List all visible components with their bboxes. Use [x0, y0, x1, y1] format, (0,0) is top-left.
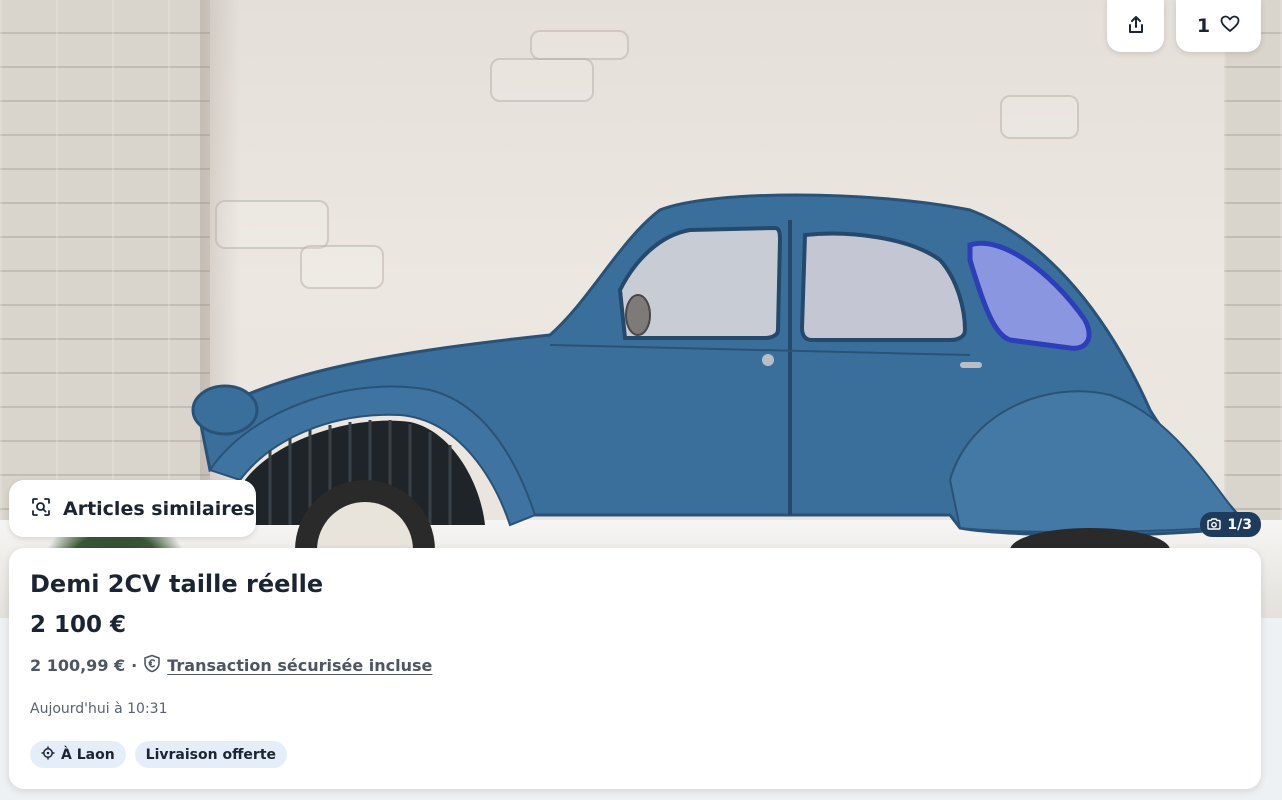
- share-icon: [1127, 15, 1145, 38]
- secure-transaction-link[interactable]: Transaction sécurisée incluse: [167, 656, 432, 675]
- listing-title: Demi 2CV taille réelle: [30, 570, 324, 598]
- listing-price: 2 100 €: [30, 612, 127, 638]
- similar-articles-label: Articles similaires: [63, 497, 255, 520]
- total-price-row: 2 100,99 € · Transaction sécurisée inclu…: [30, 654, 432, 677]
- listing-actions: 1: [1107, 0, 1261, 52]
- visual-search-icon: [31, 497, 51, 521]
- similar-articles-button[interactable]: Articles similaires: [9, 480, 256, 537]
- share-button[interactable]: [1107, 0, 1164, 52]
- tag-location-label: À Laon: [61, 746, 115, 763]
- favorite-button[interactable]: 1: [1176, 0, 1261, 52]
- favorite-count: 1: [1196, 15, 1211, 37]
- price-separator: ·: [131, 656, 138, 675]
- listing-tags: À Laon Livraison offerte: [30, 741, 288, 768]
- tag-location[interactable]: À Laon: [30, 741, 126, 768]
- euro-shield-icon: [143, 654, 161, 677]
- listing-info-card: Demi 2CV taille réelle 2 100 € 2 100,99 …: [9, 548, 1261, 789]
- heart-icon: [1220, 15, 1240, 37]
- tag-free-delivery-label: Livraison offerte: [145, 746, 277, 763]
- photo-counter[interactable]: 1/3: [1200, 512, 1261, 537]
- total-price: 2 100,99 €: [30, 656, 126, 675]
- listing-date: Aujourd'hui à 10:31: [30, 701, 168, 717]
- car-image: [191, 193, 1248, 580]
- camera-icon: [1207, 515, 1222, 534]
- location-icon: [41, 746, 55, 764]
- tag-free-delivery[interactable]: Livraison offerte: [134, 741, 288, 768]
- listing-page: 1 Articles similaires 1/3 Demi 2CV taill…: [0, 0, 1282, 800]
- photo-counter-text: 1/3: [1227, 516, 1252, 533]
